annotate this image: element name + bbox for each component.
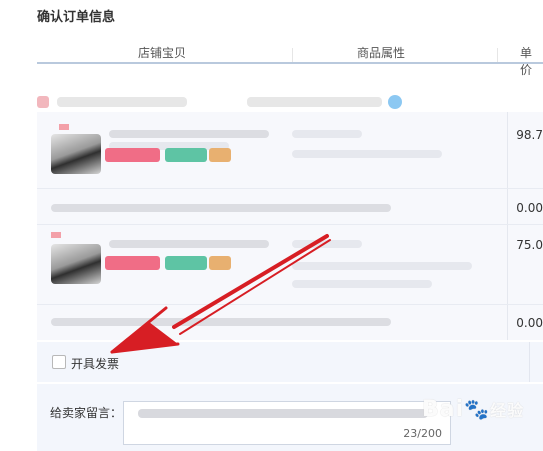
annotation-arrow-icon [110, 234, 331, 354]
